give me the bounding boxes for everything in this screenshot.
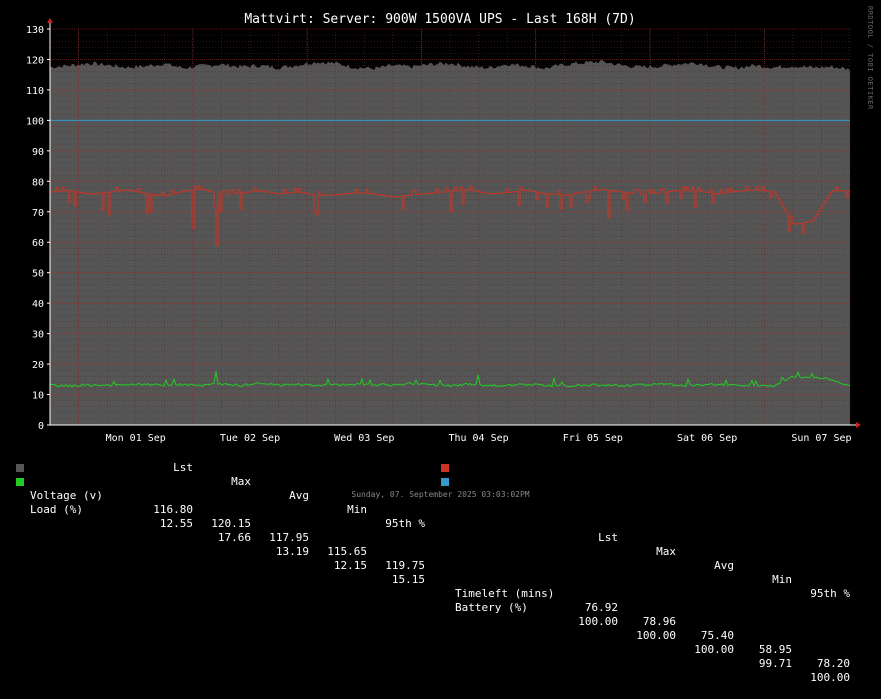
y-tick-label: 120 <box>26 55 44 66</box>
legend-header-avg-right: Avg <box>714 559 734 572</box>
x-tick-label: Fri 05 Sep <box>563 433 623 444</box>
load-95th: 15.15 <box>391 573 425 586</box>
y-tick-label: 50 <box>32 269 44 280</box>
timeleft-95th: 78.20 <box>816 657 850 670</box>
y-tick-label: 0 <box>38 421 44 432</box>
load-avg: 13.19 <box>275 545 309 558</box>
y-tick-label: 60 <box>32 238 44 249</box>
voltage-max: 120.15 <box>211 517 251 530</box>
y-tick-label: 90 <box>32 147 44 158</box>
rrd-chart: Mattvirt: Server: 900W 1500VA UPS - Last… <box>26 12 861 444</box>
timeleft-label: Timeleft (mins) <box>455 587 555 600</box>
voltage-lst: 116.80 <box>153 503 193 516</box>
y-tick-label: 130 <box>26 25 44 36</box>
timeleft-min: 58.95 <box>758 643 792 656</box>
chart-title: Mattvirt: Server: 900W 1500VA UPS - Last… <box>244 12 635 27</box>
load-min: 12.15 <box>333 559 367 572</box>
legend-header-95th: 95th % <box>385 517 425 530</box>
y-tick-label: 110 <box>26 86 44 97</box>
voltage-95th: 119.75 <box>385 559 425 572</box>
x-tick-label: Tue 02 Sep <box>220 433 280 444</box>
legend-header-min-right: Min <box>772 573 792 586</box>
y-tick-label: 100 <box>26 116 44 127</box>
battery-swatch <box>441 478 449 486</box>
load-max: 17.66 <box>217 531 251 544</box>
legend-row-load: Load (%) 12.55 17.66 13.19 12.15 15.15 B… <box>0 475 881 684</box>
load-lst: 12.55 <box>159 517 193 530</box>
x-tick-label: Wed 03 Sep <box>334 433 394 444</box>
x-tick-label: Mon 01 Sep <box>106 433 166 444</box>
load-swatch <box>16 478 24 486</box>
battery-label: Battery (%) <box>455 601 528 614</box>
graph-panel: Mattvirt: Server: 900W 1500VA UPS - Last… <box>0 0 881 684</box>
timeleft-swatch <box>441 464 449 472</box>
legend-header-95th-right: 95th % <box>810 587 850 600</box>
legend-header-min: Min <box>347 503 367 516</box>
battery-max: 100.00 <box>636 629 676 642</box>
legend-row-voltage: Voltage (v) 116.80 120.15 117.95 115.65 … <box>0 461 881 670</box>
y-tick-label: 10 <box>32 391 44 402</box>
legend-header-max-right: Max <box>656 545 676 558</box>
timeleft-avg: 75.40 <box>700 629 734 642</box>
timeleft-max: 78.96 <box>642 615 676 628</box>
x-axis-arrow <box>856 422 861 428</box>
y-tick-label: 70 <box>32 208 44 219</box>
y-tick-label: 40 <box>32 299 44 310</box>
battery-lst: 100.00 <box>578 615 618 628</box>
voltage-avg: 117.95 <box>269 531 309 544</box>
y-tick-label: 80 <box>32 177 44 188</box>
generated-timestamp: Sunday, 07. September 2025 03:03:02PM <box>351 490 530 499</box>
x-tick-label: Sat 06 Sep <box>677 433 737 444</box>
battery-95th: 100.00 <box>810 671 850 684</box>
x-tick-label: Sun 07 Sep <box>791 433 851 444</box>
load-label: Load (%) <box>30 503 83 516</box>
battery-min: 99.71 <box>758 657 792 670</box>
y-axis-arrow <box>47 18 53 23</box>
y-tick-label: 20 <box>32 360 44 371</box>
rrdtool-credit: RRDTOOL / TOBI OETIKER <box>866 6 874 110</box>
timeleft-lst: 76.92 <box>584 601 618 614</box>
y-tick-label: 30 <box>32 330 44 341</box>
legend-header-left: Lst Max Avg Min 95th % Lst Max Avg Min 9… <box>0 447 881 600</box>
voltage-swatch <box>16 464 24 472</box>
legend-header-lst-right: Lst <box>598 531 618 544</box>
x-tick-label: Thu 04 Sep <box>448 433 508 444</box>
voltage-min: 115.65 <box>327 545 367 558</box>
battery-avg: 100.00 <box>694 643 734 656</box>
